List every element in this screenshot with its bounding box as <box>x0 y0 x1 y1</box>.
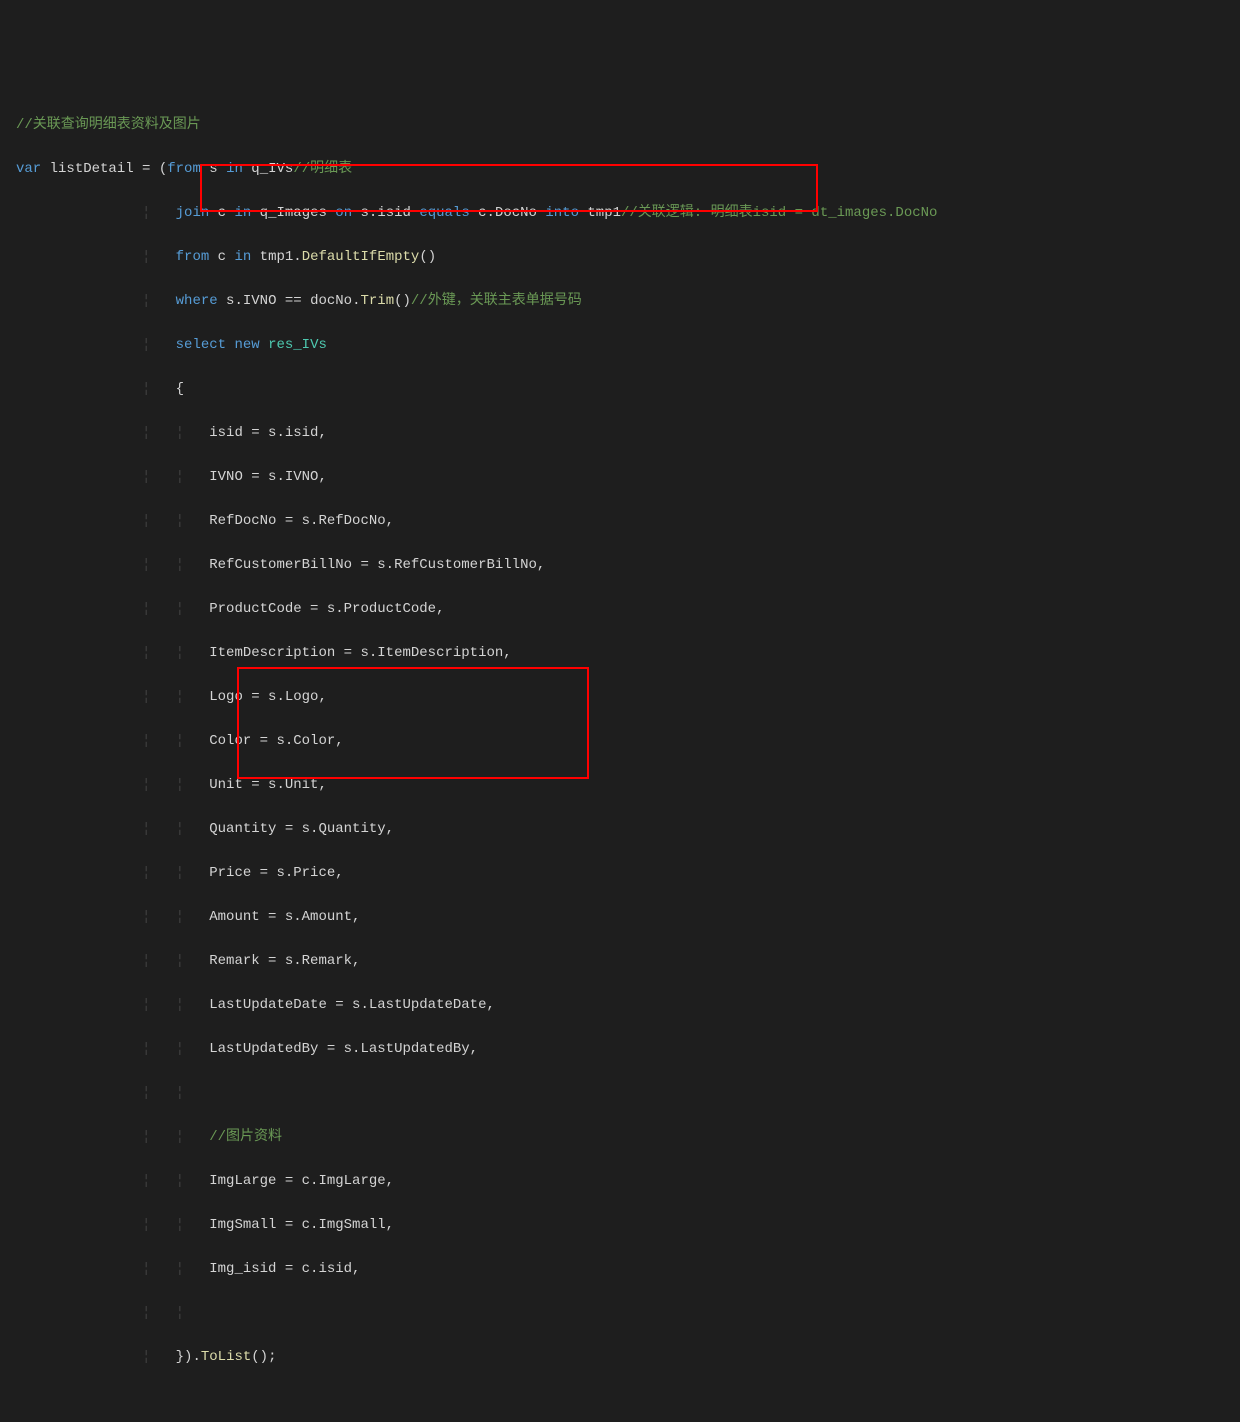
property-assign: Color = s.Color, <box>209 733 343 749</box>
keyword-where: where <box>176 293 218 309</box>
code-line: //关联查询明细表资料及图片 <box>0 114 1240 136</box>
code-line: ¦ ¦ Price = s.Price, <box>0 862 1240 884</box>
keyword-in: in <box>234 249 251 265</box>
code-line: ¦ { <box>0 378 1240 400</box>
property-assign: ItemDescription = s.ItemDescription, <box>209 645 511 661</box>
code-line: ¦ ¦ isid = s.isid, <box>0 422 1240 444</box>
property-assign: RefCustomerBillNo = s.RefCustomerBillNo, <box>209 557 545 573</box>
code-line: ¦ ¦ Quantity = s.Quantity, <box>0 818 1240 840</box>
comment: //明细表 <box>293 161 352 177</box>
code-line: ¦ }).ToList(); <box>0 1346 1240 1368</box>
method-call: Trim <box>360 293 394 309</box>
property-assign: Logo = s.Logo, <box>209 689 327 705</box>
code-line: ¦ ¦ Logo = s.Logo, <box>0 686 1240 708</box>
comment: //关联逻辑: 明细表isid = dt_images.DocNo <box>621 205 937 221</box>
code-line: ¦ ¦ Color = s.Color, <box>0 730 1240 752</box>
code-line: ¦ ¦ ImgLarge = c.ImgLarge, <box>0 1170 1240 1192</box>
property-assign: Amount = s.Amount, <box>209 909 360 925</box>
comment: //外键，关联主表单据号码 <box>411 293 582 309</box>
keyword-from: from <box>176 249 210 265</box>
type-name: res_IVs <box>260 337 327 353</box>
code-line: ¦ ¦ ImgSmall = c.ImgSmall, <box>0 1214 1240 1236</box>
code-line: ¦ ¦ Unit = s.Unit, <box>0 774 1240 796</box>
code-line: ¦ ¦ RefCustomerBillNo = s.RefCustomerBil… <box>0 554 1240 576</box>
code-line: ¦ where s.IVNO == docNo.Trim()//外键，关联主表单… <box>0 290 1240 312</box>
property-assign: isid = s.isid, <box>209 425 327 441</box>
property-assign: ImgLarge = c.ImgLarge, <box>209 1173 394 1189</box>
keyword-join: join <box>176 205 210 221</box>
code-line: ¦ select new res_IVs <box>0 334 1240 356</box>
keyword-in: in <box>226 161 243 177</box>
keyword-new: new <box>226 337 260 353</box>
property-assign: LastUpdateDate = s.LastUpdateDate, <box>209 997 495 1013</box>
code-line: ¦ ¦ ItemDescription = s.ItemDescription, <box>0 642 1240 664</box>
code-line: ¦ ¦ Remark = s.Remark, <box>0 950 1240 972</box>
highlight-box <box>237 667 589 779</box>
code-line: ¦ ¦ <box>0 1082 1240 1104</box>
keyword-equals: equals <box>419 205 469 221</box>
keyword-select: select <box>176 337 226 353</box>
code-line: ¦ ¦ //图片资料 <box>0 1126 1240 1148</box>
keyword-in: in <box>234 205 251 221</box>
code-line: ¦ join c in q_Images on s.isid equals c.… <box>0 202 1240 224</box>
code-line: ¦ ¦ Img_isid = c.isid, <box>0 1258 1240 1280</box>
property-assign: Unit = s.Unit, <box>209 777 327 793</box>
property-assign: ProductCode = s.ProductCode, <box>209 601 444 617</box>
property-assign: ImgSmall = c.ImgSmall, <box>209 1217 394 1233</box>
property-assign: RefDocNo = s.RefDocNo, <box>209 513 394 529</box>
property-assign: Remark = s.Remark, <box>209 953 360 969</box>
code-line: ¦ ¦ LastUpdateDate = s.LastUpdateDate, <box>0 994 1240 1016</box>
comment: //关联查询明细表资料及图片 <box>16 117 201 133</box>
keyword-var: var <box>16 161 41 177</box>
method-call: DefaultIfEmpty <box>302 249 420 265</box>
keyword-on: on <box>335 205 352 221</box>
code-line: var listDetail = (from s in q_IVs//明细表 <box>0 158 1240 180</box>
code-line: ¦ ¦ LastUpdatedBy = s.LastUpdatedBy, <box>0 1038 1240 1060</box>
method-call: ToList <box>201 1349 251 1365</box>
code-line: ¦ from c in tmp1.DefaultIfEmpty() <box>0 246 1240 268</box>
code-line: ¦ ¦ IVNO = s.IVNO, <box>0 466 1240 488</box>
code-line: ¦ ¦ <box>0 1302 1240 1324</box>
comment: //图片资料 <box>209 1129 282 1145</box>
code-editor[interactable]: //关联查询明细表资料及图片 var listDetail = (from s … <box>0 92 1240 1422</box>
code-line: ¦ ¦ Amount = s.Amount, <box>0 906 1240 928</box>
keyword-into: into <box>545 205 579 221</box>
property-assign: Quantity = s.Quantity, <box>209 821 394 837</box>
code-line: ¦ ¦ RefDocNo = s.RefDocNo, <box>0 510 1240 532</box>
property-assign: LastUpdatedBy = s.LastUpdatedBy, <box>209 1041 478 1057</box>
property-assign: Img_isid = c.isid, <box>209 1261 360 1277</box>
keyword-from: from <box>167 161 201 177</box>
code-line: ¦ ¦ ProductCode = s.ProductCode, <box>0 598 1240 620</box>
property-assign: IVNO = s.IVNO, <box>209 469 327 485</box>
property-assign: Price = s.Price, <box>209 865 343 881</box>
